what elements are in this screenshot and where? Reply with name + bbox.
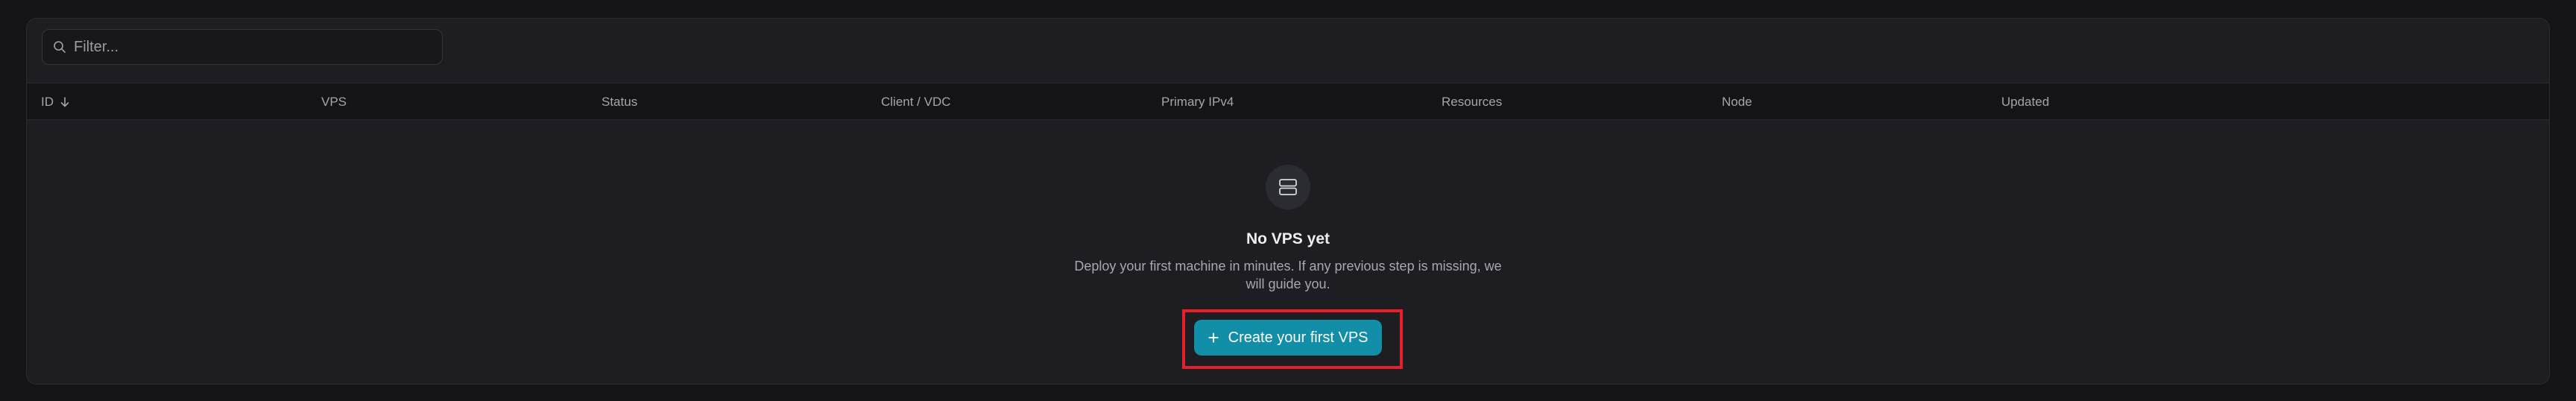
column-header-client-vdc[interactable]: Client / VDC bbox=[881, 83, 951, 121]
column-header-label: Updated bbox=[2001, 95, 2050, 109]
column-header-primary-ipv4[interactable]: Primary IPv4 bbox=[1161, 83, 1234, 121]
column-header-label: Client / VDC bbox=[881, 95, 951, 109]
table-header: ID VPS Status Client / VDC Primary IPv4 … bbox=[27, 83, 2549, 120]
column-header-node[interactable]: Node bbox=[1722, 83, 1752, 121]
column-header-label: Resources bbox=[1442, 95, 1503, 109]
create-first-vps-label: Create your first VPS bbox=[1228, 329, 1368, 346]
filter-input[interactable] bbox=[66, 30, 442, 64]
empty-state: No VPS yet Deploy your first machine in … bbox=[27, 120, 2549, 384]
empty-state-title: No VPS yet bbox=[1246, 230, 1330, 247]
empty-state-icon-wrap bbox=[1266, 165, 1310, 209]
column-header-vps[interactable]: VPS bbox=[321, 83, 347, 121]
sort-descending-icon bbox=[60, 97, 69, 107]
column-header-label: Status bbox=[602, 95, 638, 109]
column-header-id[interactable]: ID bbox=[41, 83, 70, 121]
column-header-label: Node bbox=[1722, 95, 1752, 109]
column-header-updated[interactable]: Updated bbox=[2001, 83, 2049, 121]
column-header-label: ID bbox=[41, 95, 54, 109]
server-icon bbox=[1279, 179, 1297, 195]
column-header-label: Primary IPv4 bbox=[1161, 95, 1234, 109]
empty-state-description: Deploy your first machine in minutes. If… bbox=[1074, 259, 1502, 291]
vps-list-panel: ID VPS Status Client / VDC Primary IPv4 … bbox=[26, 18, 2550, 385]
filter-bar[interactable] bbox=[42, 29, 443, 65]
column-header-resources[interactable]: Resources bbox=[1442, 83, 1502, 121]
plus-icon: + bbox=[1208, 326, 1219, 349]
search-icon bbox=[54, 41, 66, 53]
column-header-label: VPS bbox=[321, 95, 347, 109]
column-header-status[interactable]: Status bbox=[602, 83, 637, 121]
create-first-vps-button[interactable]: + Create your first VPS bbox=[1194, 320, 1382, 356]
